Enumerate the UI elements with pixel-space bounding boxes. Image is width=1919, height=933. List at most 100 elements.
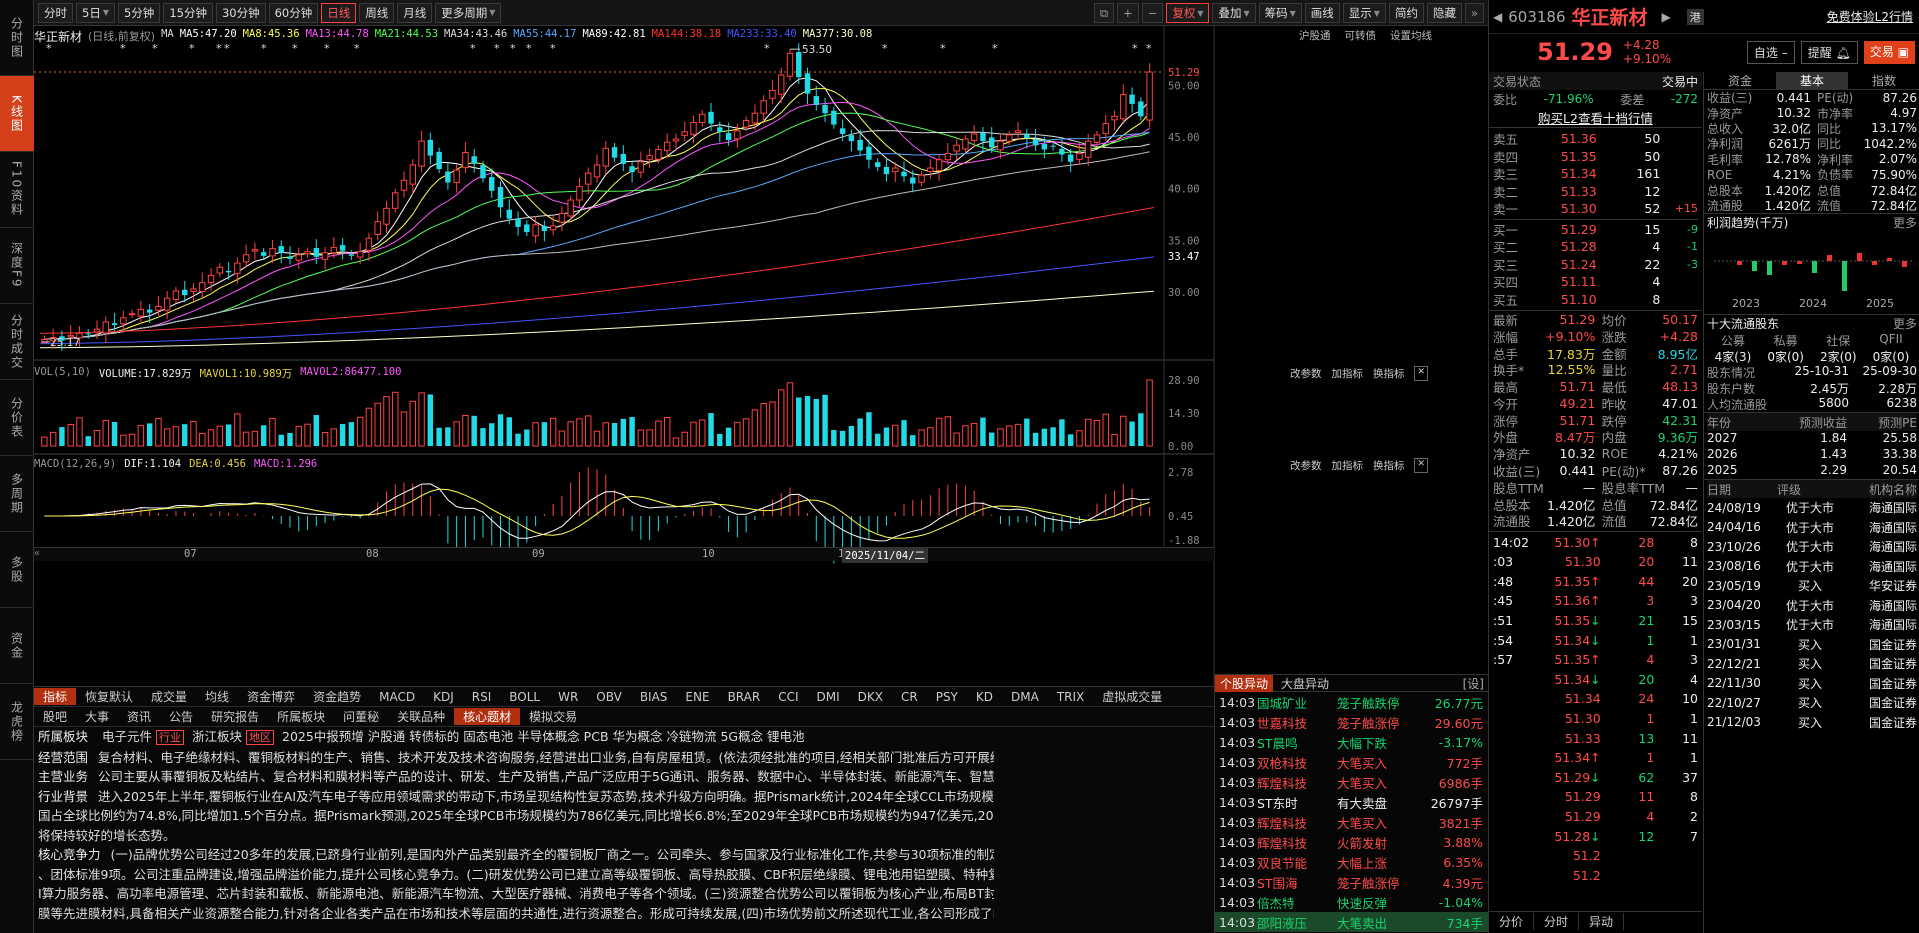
- tick-tab-1[interactable]: 分时: [1534, 913, 1580, 930]
- leftnav-item-6[interactable]: 多周期: [0, 456, 34, 532]
- vol-add-indicator[interactable]: 加指标: [1331, 366, 1363, 381]
- toolbar-right-1[interactable]: 叠加 ▼: [1212, 3, 1256, 23]
- event-star-icon[interactable]: *: [46, 42, 52, 55]
- event-star-icon[interactable]: *: [216, 42, 222, 55]
- l2-promo-link[interactable]: 免费体验L2行情: [1827, 8, 1913, 25]
- bids-row[interactable]: 买五 51.10 8: [1493, 291, 1698, 309]
- event-star-icon[interactable]: *: [1146, 42, 1152, 55]
- event-star-icon[interactable]: *: [494, 42, 500, 55]
- info-tab-2[interactable]: 资讯: [118, 708, 160, 725]
- rating-row[interactable]: 23/08/16 优于大市 海通国际: [1707, 557, 1917, 577]
- zoom-out-icon[interactable]: −: [1141, 3, 1164, 23]
- macd-change-params[interactable]: 改参数: [1290, 458, 1322, 473]
- asks-row[interactable]: 卖二 51.33 12: [1493, 183, 1698, 201]
- sector-concepts[interactable]: 2025中报预增 沪股通 转债标的 固态电池 半导体概念 PCB 华为概念 冷链…: [282, 729, 805, 744]
- alert-row[interactable]: 14:03 邵阳液压 大笔卖出 734手: [1215, 912, 1488, 932]
- toolbar-right-3[interactable]: 画线: [1304, 3, 1340, 23]
- event-star-icon[interactable]: *: [526, 42, 532, 55]
- alert-row[interactable]: 14:03 双良节能 大幅上涨 6.35%: [1215, 852, 1488, 872]
- leftnav-item-7[interactable]: 多股: [0, 532, 34, 608]
- alert-row[interactable]: 14:03 世嘉科技 笼子触涨停 29.60元: [1215, 712, 1488, 732]
- indicator-tab-12[interactable]: BIAS: [631, 690, 677, 704]
- toolbar-right-5[interactable]: 简约: [1388, 3, 1424, 23]
- leftnav-item-1[interactable]: K线图: [0, 76, 34, 152]
- event-star-icon[interactable]: *: [292, 42, 298, 55]
- alert-row[interactable]: 14:03 辉煌科技 火箭发射 3.88%: [1215, 832, 1488, 852]
- period-6[interactable]: 日线: [321, 2, 357, 23]
- period-3[interactable]: 15分钟: [163, 2, 213, 23]
- info-tab-6[interactable]: 问董秘: [334, 708, 388, 725]
- vol-change-params[interactable]: 改参数: [1290, 366, 1322, 381]
- sector-industry[interactable]: 电子元件: [102, 729, 152, 744]
- rating-row[interactable]: 24/04/16 优于大市 海通国际: [1707, 518, 1917, 538]
- alert-row[interactable]: 14:03 双枪科技 大笔买入 772手: [1215, 752, 1488, 772]
- leftnav-item-2[interactable]: F10资料: [0, 152, 34, 228]
- toolbar-right-6[interactable]: 隐藏: [1426, 3, 1462, 23]
- holders-more[interactable]: 更多: [1893, 315, 1917, 332]
- info-tab-4[interactable]: 研究报告: [202, 708, 268, 725]
- period-2[interactable]: 5分钟: [117, 2, 161, 23]
- close-icon[interactable]: ✕: [1414, 458, 1428, 473]
- bids-row[interactable]: 买三 51.24 22 -3: [1493, 256, 1698, 274]
- indicator-tab-10[interactable]: WR: [549, 690, 587, 704]
- info-tab-1[interactable]: 大事: [76, 708, 118, 725]
- indicator-tab-13[interactable]: ENE: [676, 690, 718, 704]
- rating-row[interactable]: 23/01/31 买入 国金证券: [1707, 635, 1917, 655]
- info-tab-3[interactable]: 公告: [160, 708, 202, 725]
- event-star-icon[interactable]: *: [261, 42, 267, 55]
- rating-row[interactable]: 22/12/21 买入 国金证券: [1707, 654, 1917, 674]
- indicator-tab-1[interactable]: 恢复默认: [76, 688, 142, 705]
- asks-row[interactable]: 卖四 51.35 50: [1493, 148, 1698, 166]
- fund-tab-1[interactable]: 基本: [1776, 72, 1848, 89]
- hk-badge[interactable]: 港: [1686, 8, 1704, 25]
- tick-tab-2[interactable]: 异动: [1579, 913, 1625, 930]
- rating-row[interactable]: 23/04/20 优于大市 海通国际: [1707, 596, 1917, 616]
- info-tab-5[interactable]: 所属板块: [268, 708, 334, 725]
- indicator-tab-23[interactable]: 虚拟成交量: [1093, 688, 1171, 705]
- rating-row[interactable]: 23/03/15 优于大市 海通国际: [1707, 615, 1917, 635]
- bids-row[interactable]: 买一 51.29 15 -9: [1493, 221, 1698, 239]
- rating-row[interactable]: 23/10/26 优于大市 海通国际: [1707, 537, 1917, 557]
- indicator-tab-7[interactable]: KDJ: [424, 690, 463, 704]
- bids-row[interactable]: 买二 51.28 4 -1: [1493, 238, 1698, 256]
- event-star-icon[interactable]: *: [550, 42, 556, 55]
- event-star-icon[interactable]: *: [189, 42, 195, 55]
- event-star-icon[interactable]: *: [470, 42, 476, 55]
- info-tab-9[interactable]: 模拟交易: [520, 708, 586, 725]
- event-star-icon[interactable]: *: [1132, 42, 1138, 55]
- indicator-tab-0[interactable]: 指标: [34, 688, 77, 705]
- alert-row[interactable]: 14:03 ST东时 有大卖盘 26797手: [1215, 792, 1488, 812]
- period-8[interactable]: 月线: [397, 2, 433, 23]
- rating-row[interactable]: 22/10/27 买入 国金证券: [1707, 693, 1917, 713]
- event-star-icon[interactable]: *: [882, 42, 888, 55]
- leftnav-item-4[interactable]: 分时成交: [0, 304, 34, 380]
- zoom-in-icon[interactable]: +: [1117, 3, 1139, 23]
- indicator-tab-16[interactable]: DMI: [808, 690, 849, 704]
- indicator-tab-4[interactable]: 资金博弈: [238, 688, 304, 705]
- leftnav-item-9[interactable]: 龙虎榜: [0, 684, 34, 760]
- indicator-tab-21[interactable]: DMA: [1002, 690, 1048, 704]
- prev-stock-icon[interactable]: ◀: [1493, 10, 1502, 24]
- event-star-icon[interactable]: *: [940, 42, 946, 55]
- info-tab-8[interactable]: 核心题材: [454, 708, 521, 725]
- alert-settings[interactable]: [设]: [1463, 675, 1488, 692]
- macd-swap-indicator[interactable]: 换指标: [1373, 458, 1405, 473]
- copy-icon[interactable]: ⧉: [1093, 3, 1115, 23]
- tab-stock-alert[interactable]: 个股异动: [1215, 674, 1274, 692]
- alert-row[interactable]: 14:03 ST晨鸣 大幅下跌 -3.17%: [1215, 732, 1488, 752]
- alert-row[interactable]: 14:03 辉煌科技 大笔买入 6986手: [1215, 772, 1488, 792]
- bids-row[interactable]: 买四 51.11 4: [1493, 273, 1698, 291]
- indicator-tab-6[interactable]: MACD: [370, 690, 424, 704]
- next-stock-icon[interactable]: ▶: [1662, 10, 1671, 24]
- period-9[interactable]: 更多周期 ▼: [435, 2, 502, 23]
- leftnav-item-8[interactable]: 资金: [0, 608, 34, 684]
- event-star-icon[interactable]: *: [224, 42, 230, 55]
- event-star-icon[interactable]: *: [764, 42, 770, 55]
- period-5[interactable]: 60分钟: [268, 2, 319, 23]
- vol-swap-indicator[interactable]: 换指标: [1373, 366, 1405, 381]
- period-7[interactable]: 周线: [359, 2, 395, 23]
- alert-row[interactable]: 14:03 国城矿业 笼子触跌停 26.77元: [1215, 692, 1488, 712]
- macd-add-indicator[interactable]: 加指标: [1331, 458, 1363, 473]
- indicator-tab-19[interactable]: PSY: [927, 690, 967, 704]
- indicator-tab-22[interactable]: TRIX: [1048, 690, 1093, 704]
